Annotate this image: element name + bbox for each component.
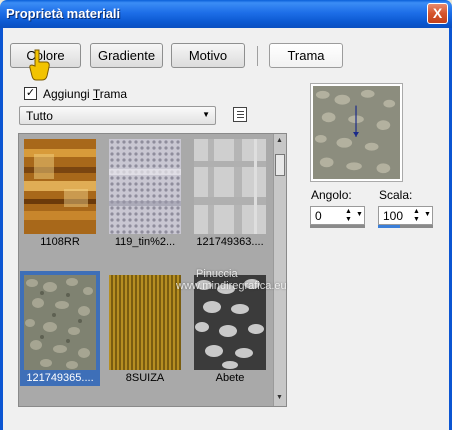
chevron-down-icon[interactable]: ▼	[424, 211, 431, 218]
angle-label: Angolo:	[311, 188, 352, 202]
texture-label: 8SUIZA	[125, 372, 165, 384]
texture-tile-plaid[interactable]: 121749363....	[190, 135, 270, 250]
texture-swatch-gravel	[24, 275, 96, 370]
add-texture-label-hotkey: T	[92, 87, 100, 101]
scroll-thumb[interactable]	[275, 154, 285, 176]
scale-label: Scala:	[379, 188, 413, 202]
texture-tile-8suiza[interactable]: 8SUIZA	[105, 271, 185, 386]
scale-slider[interactable]	[378, 225, 433, 228]
texture-swatch-tin	[109, 139, 181, 234]
category-dropdown[interactable]: Tutto ▼	[19, 106, 216, 125]
title-bar: Proprietà materiali X	[0, 0, 452, 28]
library-icon[interactable]	[233, 107, 247, 122]
texture-label: 119_tin%2...	[114, 236, 176, 248]
tab-gradiente[interactable]: Gradiente	[90, 43, 163, 68]
add-texture-label-part2: rama	[99, 87, 128, 101]
texture-gallery: 1108RR 119_tin%2... 121749363.... 121749…	[18, 133, 287, 407]
texture-preview[interactable]	[310, 83, 403, 182]
texture-swatch-wood	[24, 139, 96, 234]
texture-label: Abete	[215, 372, 245, 384]
texture-tile-1108rr[interactable]: 1108RR	[20, 135, 100, 250]
texture-swatch-plaid	[194, 139, 266, 234]
texture-tile-gravel[interactable]: 121749365....	[20, 271, 100, 386]
tab-trama[interactable]: Trama	[269, 43, 343, 68]
add-texture-label: Aggiungi Trama	[43, 87, 127, 101]
texture-tile-abete[interactable]: Abete	[190, 271, 270, 386]
window-title: Proprietà materiali	[6, 6, 121, 21]
gallery-scrollbar[interactable]: ▲ ▼	[273, 134, 286, 406]
hand-cursor-icon	[29, 49, 50, 81]
texture-tile-tin[interactable]: 119_tin%2...	[105, 135, 185, 250]
scale-slider-fill	[378, 225, 400, 228]
spin-arrows-icon[interactable]: ▲ ▼	[413, 208, 420, 224]
spin-arrows-icon[interactable]: ▲ ▼	[345, 208, 352, 224]
chevron-down-icon: ▼	[202, 110, 210, 119]
tab-motivo[interactable]: Motivo	[171, 43, 245, 68]
scroll-up-icon[interactable]: ▲	[276, 137, 283, 144]
add-texture-checkbox[interactable]: ✓	[24, 87, 37, 100]
angle-spinbox[interactable]: 0 ▲ ▼ ▼	[310, 206, 365, 225]
angle-slider[interactable]	[310, 225, 365, 228]
texture-label: 121749365....	[26, 372, 94, 384]
scale-spinbox[interactable]: 100 ▲ ▼ ▼	[378, 206, 433, 225]
chevron-down-icon[interactable]: ▼	[356, 211, 363, 218]
scroll-down-icon[interactable]: ▼	[276, 394, 283, 401]
texture-label: 121749363....	[196, 236, 264, 248]
close-button[interactable]: X	[427, 3, 448, 24]
texture-label: 1108RR	[40, 236, 80, 248]
texture-swatch-fir	[194, 275, 266, 370]
angle-value: 0	[315, 209, 322, 223]
add-texture-label-part1: Aggiungi	[43, 87, 93, 101]
tab-separator	[257, 46, 258, 66]
category-value: Tutto	[26, 109, 53, 123]
texture-swatch-straw	[109, 275, 181, 370]
scale-value: 100	[383, 209, 404, 223]
